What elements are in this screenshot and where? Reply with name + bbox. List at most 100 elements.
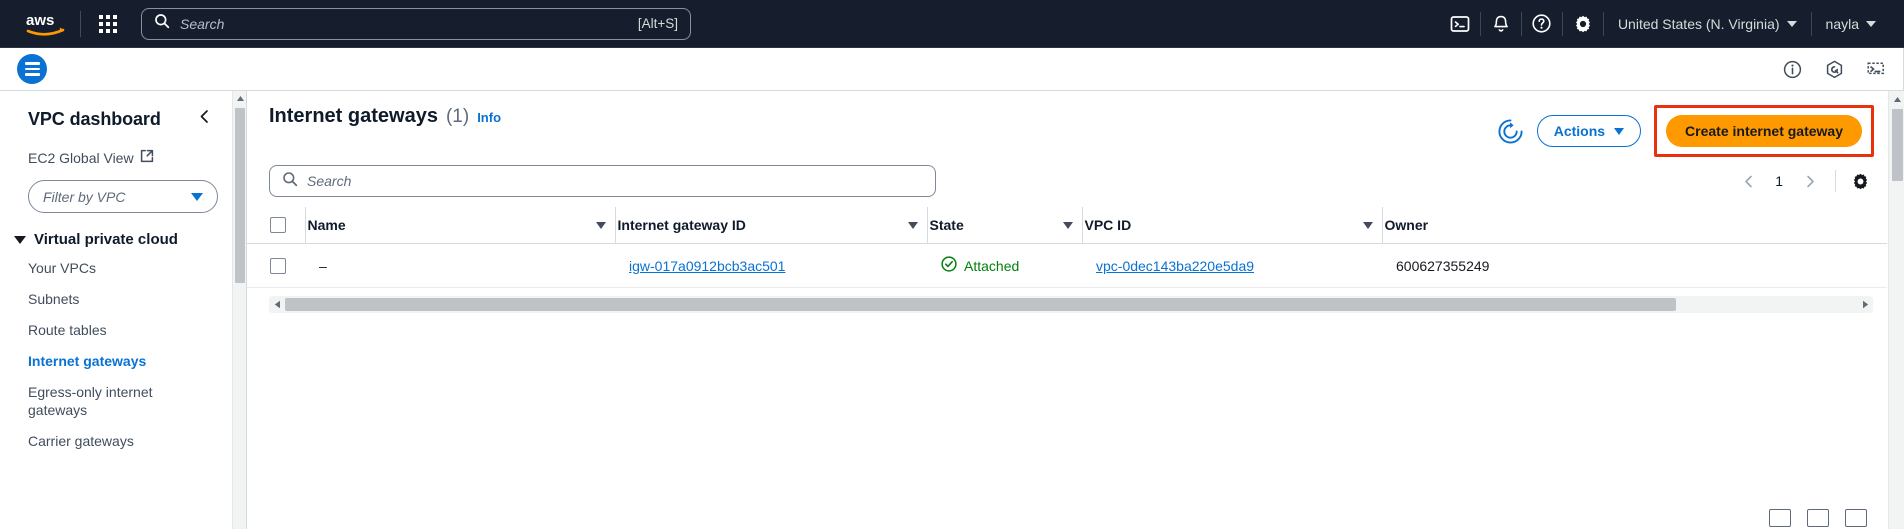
column-label-state: State (929, 217, 964, 233)
sort-icon-vpc-id[interactable] (1362, 221, 1373, 229)
global-search-box[interactable]: [Alt+S] (141, 7, 691, 40)
panel-layout-icon-3[interactable] (1845, 509, 1867, 527)
ec2-global-view-label: EC2 Global View (28, 149, 134, 166)
table-header: Name Internet gateway ID State VPC ID Ow… (247, 207, 1887, 244)
table-filter-row: 1 (247, 157, 1887, 197)
panel-layout-icon-1[interactable] (1769, 509, 1791, 527)
header-actions: Actions Create internet gateway (1497, 105, 1887, 157)
table-horizontal-scrollbar[interactable] (269, 296, 1873, 313)
scroll-up-arrow-icon[interactable] (233, 91, 247, 105)
chevron-down-icon (1614, 127, 1625, 135)
secondary-bar (0, 47, 1904, 91)
column-header-name[interactable]: Name (304, 207, 615, 244)
sidebar-scrollbar[interactable] (232, 91, 247, 529)
chevron-down-icon (1786, 20, 1797, 27)
top-navigation-bar: aws [Alt+S] (0, 0, 1904, 48)
external-link-icon (140, 149, 154, 166)
amazon-q-icon[interactable] (1813, 53, 1855, 85)
table-header-row: Name Internet gateway ID State VPC ID Ow… (247, 207, 1887, 244)
sidebar-item-your-vpcs[interactable]: Your VPCs (0, 259, 232, 278)
column-header-owner[interactable]: Owner (1381, 207, 1887, 244)
chevron-down-icon (191, 192, 203, 201)
main-scroll-thumb[interactable] (1892, 109, 1903, 181)
sort-icon-state[interactable] (1062, 221, 1073, 229)
cell-vpc-id: vpc-0dec143ba220e5da9 (1082, 243, 1382, 288)
info-icon[interactable] (1771, 53, 1813, 85)
sidebar-item-route-tables[interactable]: Route tables (0, 321, 232, 340)
column-header-state[interactable]: State (926, 207, 1082, 244)
bell-icon[interactable] (1481, 6, 1521, 42)
internet-gateway-id-link[interactable]: igw-017a0912bcb3ac501 (629, 258, 785, 274)
search-icon (282, 171, 298, 192)
svg-text:aws: aws (26, 12, 54, 29)
check-circle-icon (941, 256, 957, 275)
create-button-highlight: Create internet gateway (1654, 105, 1874, 157)
column-header-internet-gateway-id[interactable]: Internet gateway ID (614, 207, 927, 244)
chevron-left-icon[interactable] (194, 107, 215, 131)
info-link[interactable]: Info (477, 110, 501, 125)
select-all-header (247, 207, 305, 244)
refresh-icon[interactable] (1497, 118, 1524, 145)
table-search-box[interactable] (269, 165, 936, 197)
help-icon[interactable] (1522, 6, 1562, 42)
sort-icon-name[interactable] (595, 221, 606, 229)
actions-button[interactable]: Actions (1536, 115, 1642, 147)
account-menu[interactable]: nayla (1812, 6, 1890, 42)
vpc-filter-dropdown[interactable]: Filter by VPC (28, 180, 218, 213)
pagination-prev-icon[interactable] (1733, 166, 1763, 196)
horizontal-scroll-thumb[interactable] (285, 298, 1677, 311)
sidebar-scroll-thumb[interactable] (235, 108, 245, 283)
sidebar-item-internet-gateways[interactable]: Internet gateways (0, 352, 232, 371)
sort-icon-internet-gateway-id[interactable] (907, 221, 918, 229)
sidebar-item-egress-only-internet-gateways[interactable]: Egress-only internet gateways (0, 383, 175, 421)
region-selector[interactable]: United States (N. Virginia) (1604, 6, 1811, 42)
sidebar-item-ec2-global-view[interactable]: EC2 Global View (0, 149, 232, 166)
cell-name: – (305, 243, 615, 288)
select-all-checkbox[interactable] (270, 217, 286, 233)
global-search-input[interactable] (180, 15, 630, 32)
vpc-sidebar: VPC dashboard EC2 Global View Filter by … (0, 91, 232, 529)
sidebar-group-label: Virtual private cloud (34, 231, 178, 248)
table-settings-gear-icon[interactable] (1846, 167, 1874, 195)
search-icon (154, 13, 170, 34)
page-title-row: Internet gateways (1) Info (247, 105, 501, 128)
cell-owner: 600627355249 (1382, 243, 1887, 288)
panel-layout-icon-2[interactable] (1807, 509, 1829, 527)
horizontal-scroll-track[interactable] (285, 297, 1857, 312)
pagination-next-icon[interactable] (1795, 166, 1825, 196)
sidebar-item-carrier-gateways[interactable]: Carrier gateways (0, 432, 232, 451)
scroll-up-arrow-icon[interactable] (1889, 91, 1904, 107)
aws-logo[interactable]: aws (22, 9, 70, 39)
scroll-left-arrow-icon[interactable] (269, 300, 285, 309)
table-row[interactable]: – igw-017a0912bcb3ac501 Attached vpc-0de… (247, 243, 1887, 288)
column-header-vpc-id[interactable]: VPC ID (1081, 207, 1382, 244)
state-label: Attached (964, 257, 1020, 274)
gear-icon[interactable] (1563, 6, 1603, 42)
chevron-down-icon (1866, 20, 1876, 27)
pagination: 1 (1733, 166, 1874, 196)
chevron-down-icon (14, 235, 26, 244)
nav-divider (80, 10, 81, 37)
cloudshell-icon[interactable] (1440, 6, 1480, 42)
main-scrollbar[interactable] (1888, 91, 1904, 529)
cell-internet-gateway-id: igw-017a0912bcb3ac501 (615, 243, 927, 288)
app-grid-icon[interactable] (91, 7, 125, 41)
row-checkbox[interactable] (270, 257, 286, 274)
create-internet-gateway-button[interactable]: Create internet gateway (1666, 115, 1862, 147)
cell-state: Attached (927, 243, 1082, 288)
hamburger-icon[interactable] (17, 54, 47, 84)
table-search-input[interactable] (307, 173, 923, 189)
main-content: Internet gateways (1) Info Actions Creat… (247, 91, 1887, 529)
cloudshell-icon[interactable] (1855, 53, 1897, 85)
sidebar-item-subnets[interactable]: Subnets (0, 290, 232, 309)
table-body: – igw-017a0912bcb3ac501 Attached vpc-0de… (247, 243, 1887, 288)
sidebar-group-virtual-private-cloud[interactable]: Virtual private cloud (0, 231, 232, 248)
scroll-right-arrow-icon[interactable] (1857, 300, 1873, 309)
vpc-id-link[interactable]: vpc-0dec143ba220e5da9 (1096, 258, 1254, 274)
pagination-current-page[interactable]: 1 (1766, 173, 1792, 189)
search-shortcut-hint: [Alt+S] (637, 16, 678, 31)
page-header: Internet gateways (1) Info Actions Creat… (247, 91, 1887, 157)
column-label-name: Name (307, 217, 346, 233)
region-label: United States (N. Virginia) (1617, 15, 1780, 32)
resource-count: (1) (445, 106, 470, 127)
